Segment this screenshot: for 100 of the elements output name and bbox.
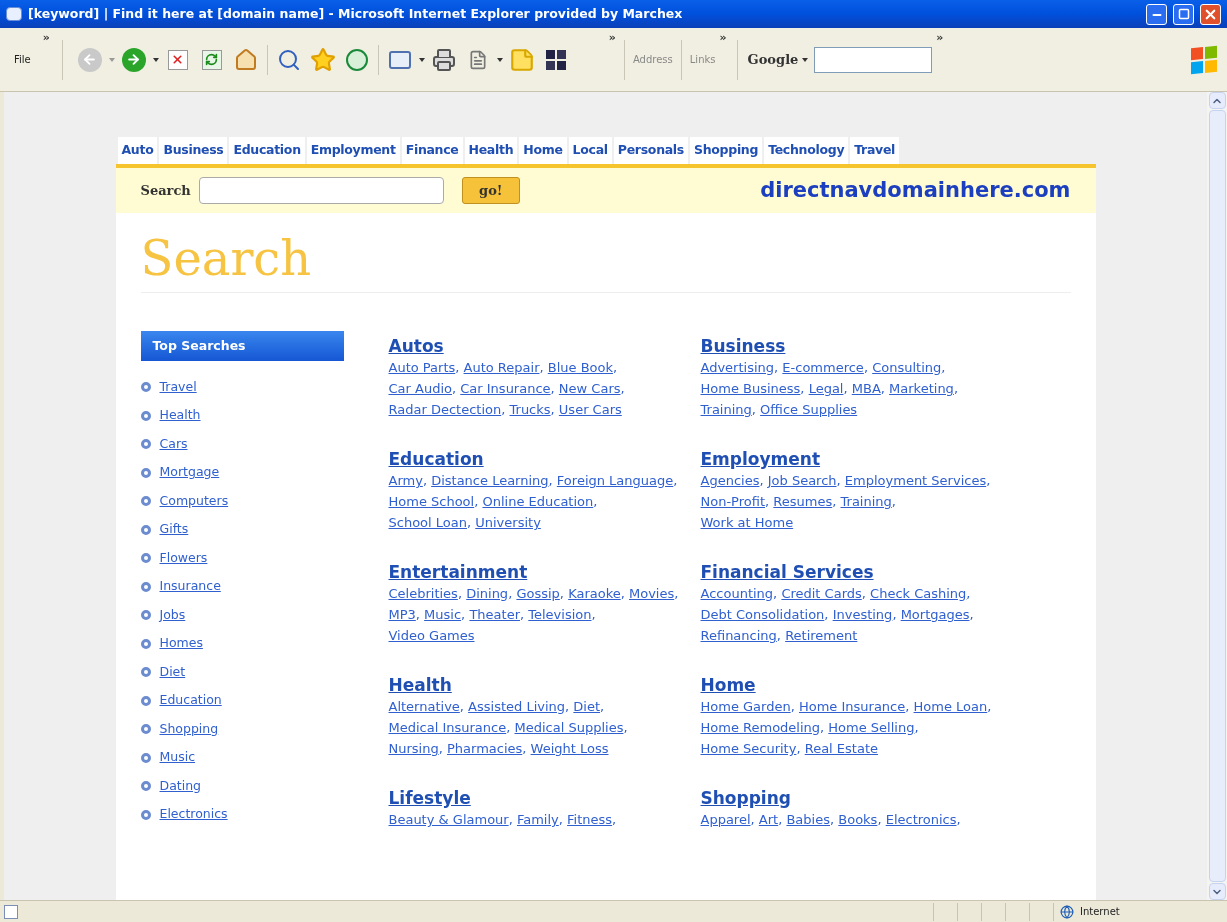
category-link[interactable]: Work at Home [700,515,794,530]
category-link[interactable]: Legal, [808,381,848,396]
category-link[interactable]: New Cars, [558,381,625,396]
top-search-link[interactable]: Education [159,691,222,711]
category-heading[interactable]: Lifestyle [388,787,701,809]
category-link[interactable]: Debt Consolidation, [700,607,829,622]
category-link[interactable]: Home Loan, [913,699,992,714]
nav-tab[interactable]: Finance [401,137,463,164]
category-link[interactable]: Apparel, [700,812,755,827]
category-link[interactable]: University [475,515,541,530]
category-link[interactable]: Training, [700,402,756,417]
category-link[interactable]: Nursing, [388,741,443,756]
category-link[interactable]: Art, [758,812,783,827]
file-menu[interactable]: File [6,52,39,67]
category-link[interactable]: Office Supplies [760,402,858,417]
chevron-button[interactable]: » [608,30,616,47]
category-link[interactable]: Celebrities, [388,586,462,601]
category-link[interactable]: Gossip, [516,586,564,601]
google-menu[interactable]: Google [747,49,799,70]
top-search-link[interactable]: Travel [159,377,197,397]
category-link[interactable]: Medical Insurance, [388,720,511,735]
nav-tab[interactable]: Shopping [690,137,763,164]
top-search-link[interactable]: Shopping [159,719,219,739]
chevron-button[interactable]: » [719,30,727,47]
category-link[interactable]: Real Estate [804,741,878,756]
category-link[interactable]: Pharmacies, [446,741,527,756]
category-heading[interactable]: Entertainment [388,561,701,583]
category-link[interactable]: Auto Parts, [388,360,460,375]
category-link[interactable]: Mortgages, [900,607,974,622]
category-link[interactable]: Check Cashing, [870,586,971,601]
scroll-down-icon[interactable] [1208,883,1226,900]
nav-tab[interactable]: Home [519,137,567,164]
top-search-link[interactable]: Diet [159,662,186,682]
category-link[interactable]: Training, [840,494,896,509]
category-link[interactable]: Video Games [388,628,475,643]
category-link[interactable]: Blue Book, [547,360,618,375]
category-link[interactable]: Home School, [388,494,479,509]
category-link[interactable]: Dining, [466,586,513,601]
address-label[interactable]: Address [632,52,673,67]
category-link[interactable]: Babies, [786,812,835,827]
top-search-link[interactable]: Gifts [159,520,189,540]
category-link[interactable]: Home Insurance, [798,699,910,714]
nav-tab[interactable]: Auto [117,137,158,164]
nav-tab[interactable]: Employment [306,137,400,164]
close-button[interactable] [1200,3,1221,25]
scroll-up-icon[interactable] [1208,92,1226,109]
category-heading[interactable]: Education [388,448,701,470]
category-link[interactable]: Foreign Language, [556,473,678,488]
category-heading[interactable]: Autos [388,335,701,357]
category-link[interactable]: Home Selling, [828,720,919,735]
category-link[interactable]: Family, [516,812,563,827]
category-link[interactable]: Diet, [573,699,605,714]
category-link[interactable]: Karaoke, [568,586,625,601]
nav-tab[interactable]: Travel [850,137,900,164]
category-heading[interactable]: Health [388,674,701,696]
top-search-link[interactable]: Health [159,406,201,426]
category-link[interactable]: MP3, [388,607,420,622]
category-link[interactable]: Army, [388,473,427,488]
category-heading[interactable]: Business [700,335,1013,357]
category-link[interactable]: Medical Supplies, [514,720,628,735]
top-search-link[interactable]: Electronics [159,805,228,825]
top-search-link[interactable]: Cars [159,434,188,454]
nav-tab[interactable]: Education [229,137,305,164]
category-link[interactable]: Car Audio, [388,381,457,396]
category-heading[interactable]: Home [700,674,1013,696]
category-link[interactable]: User Cars [558,402,622,417]
category-heading[interactable]: Employment [700,448,1013,470]
category-link[interactable]: Music, [424,607,466,622]
top-search-link[interactable]: Dating [159,776,202,796]
top-search-link[interactable]: Homes [159,634,203,654]
category-heading[interactable]: Shopping [700,787,1013,809]
category-link[interactable]: Alternative, [388,699,464,714]
caret-icon[interactable] [802,57,809,62]
minimize-button[interactable] [1146,3,1167,25]
category-link[interactable]: Advertising, [700,360,779,375]
caret-icon[interactable] [418,57,425,62]
category-link[interactable]: School Loan, [388,515,472,530]
top-search-link[interactable]: Flowers [159,548,208,568]
category-link[interactable]: MBA, [851,381,885,396]
chevron-button[interactable]: » [936,30,944,47]
category-link[interactable]: Trucks, [509,402,555,417]
category-link[interactable]: Theater, [469,607,525,622]
nav-tab[interactable]: Local [568,137,612,164]
category-link[interactable]: Non-Profit, [700,494,770,509]
nav-tab[interactable]: Health [464,137,518,164]
top-search-link[interactable]: Music [159,748,196,768]
category-link[interactable]: Home Garden, [700,699,795,714]
category-link[interactable]: Car Insurance, [460,381,555,396]
category-link[interactable]: Retirement [785,628,858,643]
category-link[interactable]: Beauty & Glamour, [388,812,513,827]
category-link[interactable]: Consulting, [872,360,946,375]
category-link[interactable]: Marketing, [889,381,958,396]
category-link[interactable]: Employment Services, [844,473,991,488]
category-link[interactable]: Accounting, [700,586,778,601]
category-link[interactable]: Credit Cards, [781,586,866,601]
nav-tab[interactable]: Technology [764,137,849,164]
top-search-link[interactable]: Mortgage [159,463,220,483]
top-search-link[interactable]: Insurance [159,577,221,597]
category-link[interactable]: Electronics, [885,812,961,827]
category-link[interactable]: Auto Repair, [463,360,544,375]
